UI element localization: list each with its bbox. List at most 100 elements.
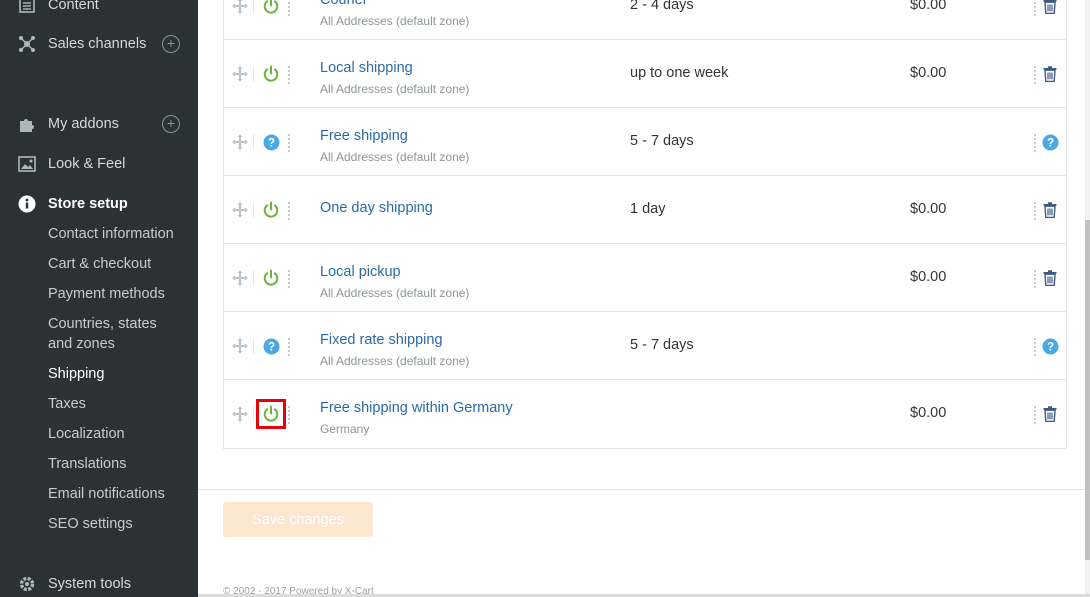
sales-channels-icon	[17, 34, 37, 54]
shipping-method-row: One day shipping 1 day $0.00	[224, 176, 1066, 244]
puzzle-icon	[17, 114, 37, 134]
sidebar: Content Sales channels + My addons + Loo…	[0, 0, 198, 597]
shipping-price: $0.00	[910, 201, 947, 217]
shipping-method-row: Local shipping All Addresses (default zon…	[224, 40, 1066, 108]
shipping-price: $0.00	[910, 269, 947, 285]
content-icon	[17, 0, 37, 15]
shipping-method-name[interactable]: Free shipping	[320, 128, 408, 144]
shipping-method-name[interactable]: Local shipping	[320, 60, 413, 76]
nav-sales-channels[interactable]: Sales channels +	[0, 31, 198, 57]
power-icon[interactable]	[261, 64, 281, 84]
separator	[253, 0, 254, 14]
shipping-zone: All Addresses (default zone)	[320, 286, 470, 300]
nav-system-tools-label: System tools	[48, 576, 131, 592]
nav-look-feel-label: Look & Feel	[48, 156, 126, 172]
drag-handle-icon[interactable]	[231, 269, 249, 287]
drag-handle-icon[interactable]	[231, 201, 249, 219]
drag-handle-icon[interactable]	[231, 0, 249, 15]
delivery-time: up to one week	[630, 65, 729, 81]
main-content: Courier All Addresses (default zone) 2 - 4…	[198, 0, 1090, 597]
shipping-price: $0.00	[910, 65, 947, 81]
delete-icon[interactable]	[1041, 64, 1059, 84]
shipping-methods-table: Courier All Addresses (default zone) 2 - 4…	[223, 0, 1067, 449]
subnav-email-notifications[interactable]: Email notifications	[48, 484, 165, 504]
subnav-seo-settings[interactable]: SEO settings	[48, 514, 133, 534]
add-sales-channel-icon[interactable]: +	[162, 35, 180, 53]
row-menu-icon[interactable]	[1033, 336, 1037, 356]
shipping-zone: All Addresses (default zone)	[320, 354, 470, 368]
power-icon[interactable]	[261, 200, 281, 220]
save-changes-button[interactable]: Save changes	[223, 502, 373, 537]
separator	[253, 338, 254, 354]
gear-icon	[17, 574, 37, 594]
row-menu-icon[interactable]	[1033, 132, 1037, 152]
subnav-payment-methods[interactable]: Payment methods	[48, 284, 165, 304]
row-menu-icon[interactable]	[1033, 268, 1037, 288]
nav-look-feel[interactable]: Look & Feel	[0, 151, 198, 177]
more-options-icon[interactable]	[287, 0, 291, 16]
more-options-icon[interactable]	[287, 64, 291, 84]
separator	[253, 134, 254, 150]
shipping-method-name[interactable]: One day shipping	[320, 200, 433, 216]
shipping-price: $0.00	[910, 405, 947, 421]
more-options-icon[interactable]	[287, 268, 291, 288]
nav-system-tools[interactable]: System tools	[0, 571, 198, 597]
help-icon[interactable]: ?	[1041, 336, 1059, 356]
delivery-time: 5 - 7 days	[630, 337, 694, 353]
svg-text:?: ?	[267, 137, 274, 149]
subnav-shipping[interactable]: Shipping	[48, 364, 104, 384]
nav-my-addons-label: My addons	[48, 116, 119, 132]
shipping-method-row: Local pickup All Addresses (default zone)…	[224, 244, 1066, 312]
more-options-icon[interactable]	[287, 200, 291, 220]
delivery-time: 2 - 4 days	[630, 0, 694, 13]
shipping-method-name[interactable]: Fixed rate shipping	[320, 332, 443, 348]
row-menu-icon[interactable]	[1033, 404, 1037, 424]
power-icon[interactable]	[256, 399, 286, 429]
subnav-cart-checkout[interactable]: Cart & checkout	[48, 254, 151, 274]
shipping-zone: Germany	[320, 422, 370, 436]
shipping-method-name[interactable]: Local pickup	[320, 264, 401, 280]
more-options-icon[interactable]	[287, 336, 291, 356]
delete-icon[interactable]	[1041, 404, 1059, 424]
row-menu-icon[interactable]	[1033, 200, 1037, 220]
shipping-zone: All Addresses (default zone)	[320, 150, 470, 164]
more-options-icon[interactable]	[287, 404, 291, 424]
help-icon[interactable]: ?	[261, 336, 281, 356]
nav-my-addons[interactable]: My addons +	[0, 111, 198, 137]
subnav-translations[interactable]: Translations	[48, 454, 126, 474]
row-menu-icon[interactable]	[1033, 64, 1037, 84]
subnav-localization[interactable]: Localization	[48, 424, 125, 444]
nav-store-setup[interactable]: Store setup	[0, 191, 198, 217]
power-icon[interactable]	[261, 0, 281, 16]
nav-store-setup-label: Store setup	[48, 196, 128, 212]
drag-handle-icon[interactable]	[231, 337, 249, 355]
subnav-countries-line1[interactable]: Countries, states	[48, 314, 157, 334]
nav-sales-channels-label: Sales channels	[48, 36, 147, 52]
svg-text:?: ?	[267, 341, 274, 353]
shipping-method-name[interactable]: Courier	[320, 0, 368, 8]
subnav-countries-line2[interactable]: and zones	[48, 334, 115, 354]
shipping-method-row: Courier All Addresses (default zone) 2 - 4…	[224, 0, 1066, 40]
drag-handle-icon[interactable]	[231, 133, 249, 151]
drag-handle-icon[interactable]	[231, 405, 249, 423]
scrollbar[interactable]	[1085, 0, 1090, 597]
scrollbar-thumb[interactable]	[1085, 220, 1090, 560]
nav-content[interactable]: Content	[0, 0, 198, 18]
separator	[253, 202, 254, 218]
separator	[253, 66, 254, 82]
delete-icon[interactable]	[1041, 268, 1059, 288]
power-icon[interactable]	[261, 268, 281, 288]
shipping-method-name[interactable]: Free shipping within Germany	[320, 400, 513, 416]
subnav-taxes[interactable]: Taxes	[48, 394, 86, 414]
row-menu-icon[interactable]	[1033, 0, 1037, 16]
help-icon[interactable]: ?	[261, 132, 281, 152]
subnav-contact-information[interactable]: Contact information	[48, 224, 174, 244]
separator	[253, 270, 254, 286]
more-options-icon[interactable]	[287, 132, 291, 152]
help-icon[interactable]: ?	[1041, 132, 1059, 152]
drag-handle-icon[interactable]	[231, 65, 249, 83]
shipping-zone: All Addresses (default zone)	[320, 82, 470, 96]
delete-icon[interactable]	[1041, 0, 1059, 16]
delete-icon[interactable]	[1041, 200, 1059, 220]
add-addon-icon[interactable]: +	[162, 115, 180, 133]
